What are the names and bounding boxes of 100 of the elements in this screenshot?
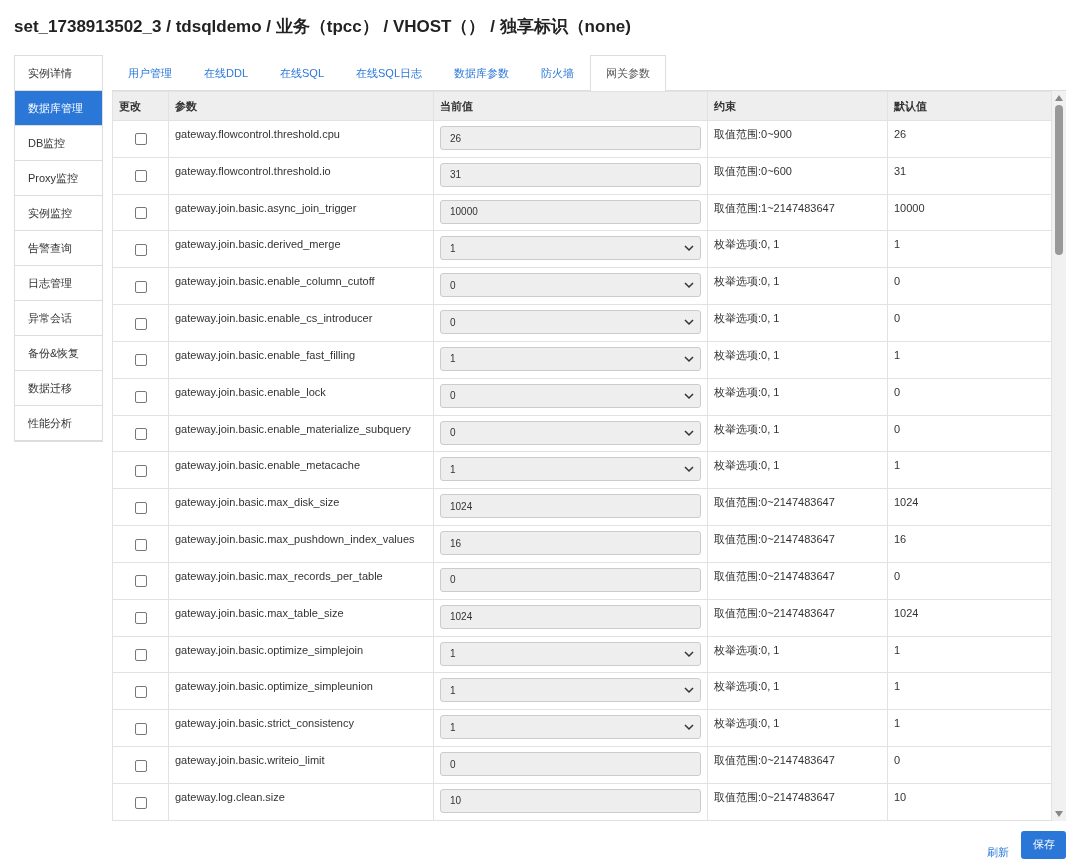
value-input-field[interactable]: 1024	[440, 604, 701, 629]
constraint-text: 枚举选项:0, 1	[714, 642, 780, 657]
checkbox[interactable]	[134, 649, 147, 662]
value-dropdown[interactable]: 1	[440, 678, 701, 703]
sidebar-item[interactable]: 告警查询	[15, 231, 102, 266]
param-name: gateway.join.basic.strict_consistency	[175, 716, 354, 731]
tab[interactable]: 在线SQL日志	[340, 55, 439, 90]
checkbox[interactable]	[134, 501, 147, 514]
refresh-link[interactable]: 刷新	[987, 845, 1009, 860]
sidebar-item[interactable]: 数据迁移	[15, 371, 102, 406]
tab[interactable]: 在线SQL	[264, 55, 341, 90]
value-input-field[interactable]: 10	[440, 788, 701, 813]
default-value: 1024	[894, 605, 919, 620]
scroll-thumb[interactable]	[1055, 105, 1063, 255]
param-name: gateway.join.basic.async_join_trigger	[175, 200, 357, 215]
sidebar-item[interactable]: DB监控	[15, 126, 102, 161]
save-button[interactable]: 保存	[1021, 830, 1066, 859]
tab[interactable]: 防火墙	[525, 55, 591, 90]
checkbox[interactable]	[134, 170, 147, 183]
value-input-field[interactable]: 26	[440, 126, 701, 150]
value-dropdown[interactable]: 0	[440, 420, 701, 445]
value-dropdown[interactable]: 1	[440, 346, 701, 371]
sidebar-item[interactable]: 异常会话	[15, 301, 102, 336]
sidebar-item[interactable]: 备份&恢复	[15, 336, 102, 371]
chevron-icon	[684, 390, 694, 401]
chevron-icon	[684, 280, 694, 291]
tab[interactable]: 用户管理	[112, 55, 188, 90]
default-value: 1	[894, 458, 901, 473]
constraint-text: 取值范围:0~2147483647	[714, 495, 835, 510]
checkbox[interactable]	[134, 612, 147, 625]
value-dropdown[interactable]: 1	[440, 715, 701, 740]
sidebar-item[interactable]: 实例监控	[15, 196, 102, 231]
chevron-icon	[684, 427, 694, 438]
checkbox[interactable]	[134, 722, 147, 735]
value-dropdown[interactable]: 0	[440, 383, 701, 408]
checkbox[interactable]	[134, 464, 147, 477]
checkbox[interactable]	[134, 317, 147, 330]
checkbox[interactable]	[134, 796, 147, 809]
constraint-text: 取值范围:0~2147483647	[714, 605, 835, 620]
default-value: 0	[894, 753, 901, 768]
scroll-down-icon[interactable]	[1055, 811, 1063, 817]
sidebar-item[interactable]: 数据库管理	[15, 91, 102, 126]
checkbox[interactable]	[134, 133, 147, 146]
checkbox[interactable]	[134, 759, 147, 772]
tab[interactable]: 在线DDL	[188, 55, 264, 90]
tab[interactable]: 数据库参数	[438, 55, 526, 90]
checkbox[interactable]	[134, 428, 147, 441]
chevron-icon	[684, 648, 694, 659]
value-dropdown[interactable]: 1	[440, 641, 701, 666]
chevron-icon	[684, 317, 694, 328]
checkbox[interactable]	[134, 685, 147, 698]
value-dropdown[interactable]: 1	[440, 457, 701, 482]
checkbox[interactable]	[134, 538, 147, 551]
constraint-text: 枚举选项:0, 1	[714, 679, 780, 694]
constraint-text: 取值范围:0~2147483647	[714, 532, 835, 547]
sidebar-item[interactable]: 性能分析	[15, 406, 102, 441]
default-value: 0	[894, 421, 901, 436]
checkbox[interactable]	[134, 575, 147, 588]
checkbox[interactable]	[134, 391, 147, 404]
tab[interactable]: 网关参数	[590, 55, 667, 91]
value-input-field[interactable]: 16	[440, 531, 701, 556]
chevron-icon	[684, 464, 694, 475]
column-header: 当前值	[433, 91, 708, 121]
value-input-field[interactable]: 31	[440, 162, 701, 187]
constraint-text: 取值范围:0~2147483647	[714, 753, 835, 768]
sidebar-item[interactable]: 日志管理	[15, 266, 102, 301]
checkbox[interactable]	[134, 243, 147, 256]
checkbox[interactable]	[134, 280, 147, 293]
constraint-text: 取值范围:0~900	[714, 127, 792, 141]
value-input-field[interactable]: 10000	[440, 199, 701, 224]
chevron-icon	[684, 243, 694, 254]
scroll-up-icon[interactable]	[1055, 95, 1063, 101]
default-value: 10000	[894, 200, 925, 215]
value-dropdown[interactable]: 0	[440, 310, 701, 335]
value-dropdown[interactable]: 0	[440, 273, 701, 298]
default-value: 0	[894, 311, 901, 326]
param-name: gateway.join.basic.max_records_per_table	[175, 568, 383, 583]
constraint-text: 取值范围:0~2147483647	[714, 568, 835, 583]
chevron-icon	[684, 685, 694, 696]
value-dropdown[interactable]: 1	[440, 236, 701, 261]
constraint-text: 枚举选项:0, 1	[714, 347, 780, 362]
constraint-text: 取值范围:1~2147483647	[714, 200, 835, 215]
checkbox[interactable]	[134, 207, 147, 220]
default-value: 1	[894, 642, 901, 657]
constraint-text: 取值范围:0~2147483647	[714, 789, 835, 804]
value-input-field[interactable]: 0	[440, 567, 701, 592]
default-value: 0	[894, 568, 901, 583]
default-value: 10	[894, 789, 907, 804]
param-name: gateway.flowcontrol.threshold.cpu	[175, 127, 340, 141]
column-header: 参数	[168, 91, 434, 121]
sidebar-item[interactable]: Proxy监控	[15, 161, 102, 196]
default-value: 16	[894, 532, 907, 547]
param-name: gateway.join.basic.writeio_limit	[175, 753, 325, 768]
param-name: gateway.join.basic.max_table_size	[175, 605, 344, 620]
param-name: gateway.join.basic.optimize_simplejoin	[175, 642, 364, 657]
param-name: gateway.log.clean.size	[175, 789, 285, 804]
constraint-text: 枚举选项:0, 1	[714, 311, 780, 326]
value-input-field[interactable]: 1024	[440, 494, 701, 519]
checkbox[interactable]	[134, 354, 147, 367]
value-input-field[interactable]: 0	[440, 752, 701, 777]
